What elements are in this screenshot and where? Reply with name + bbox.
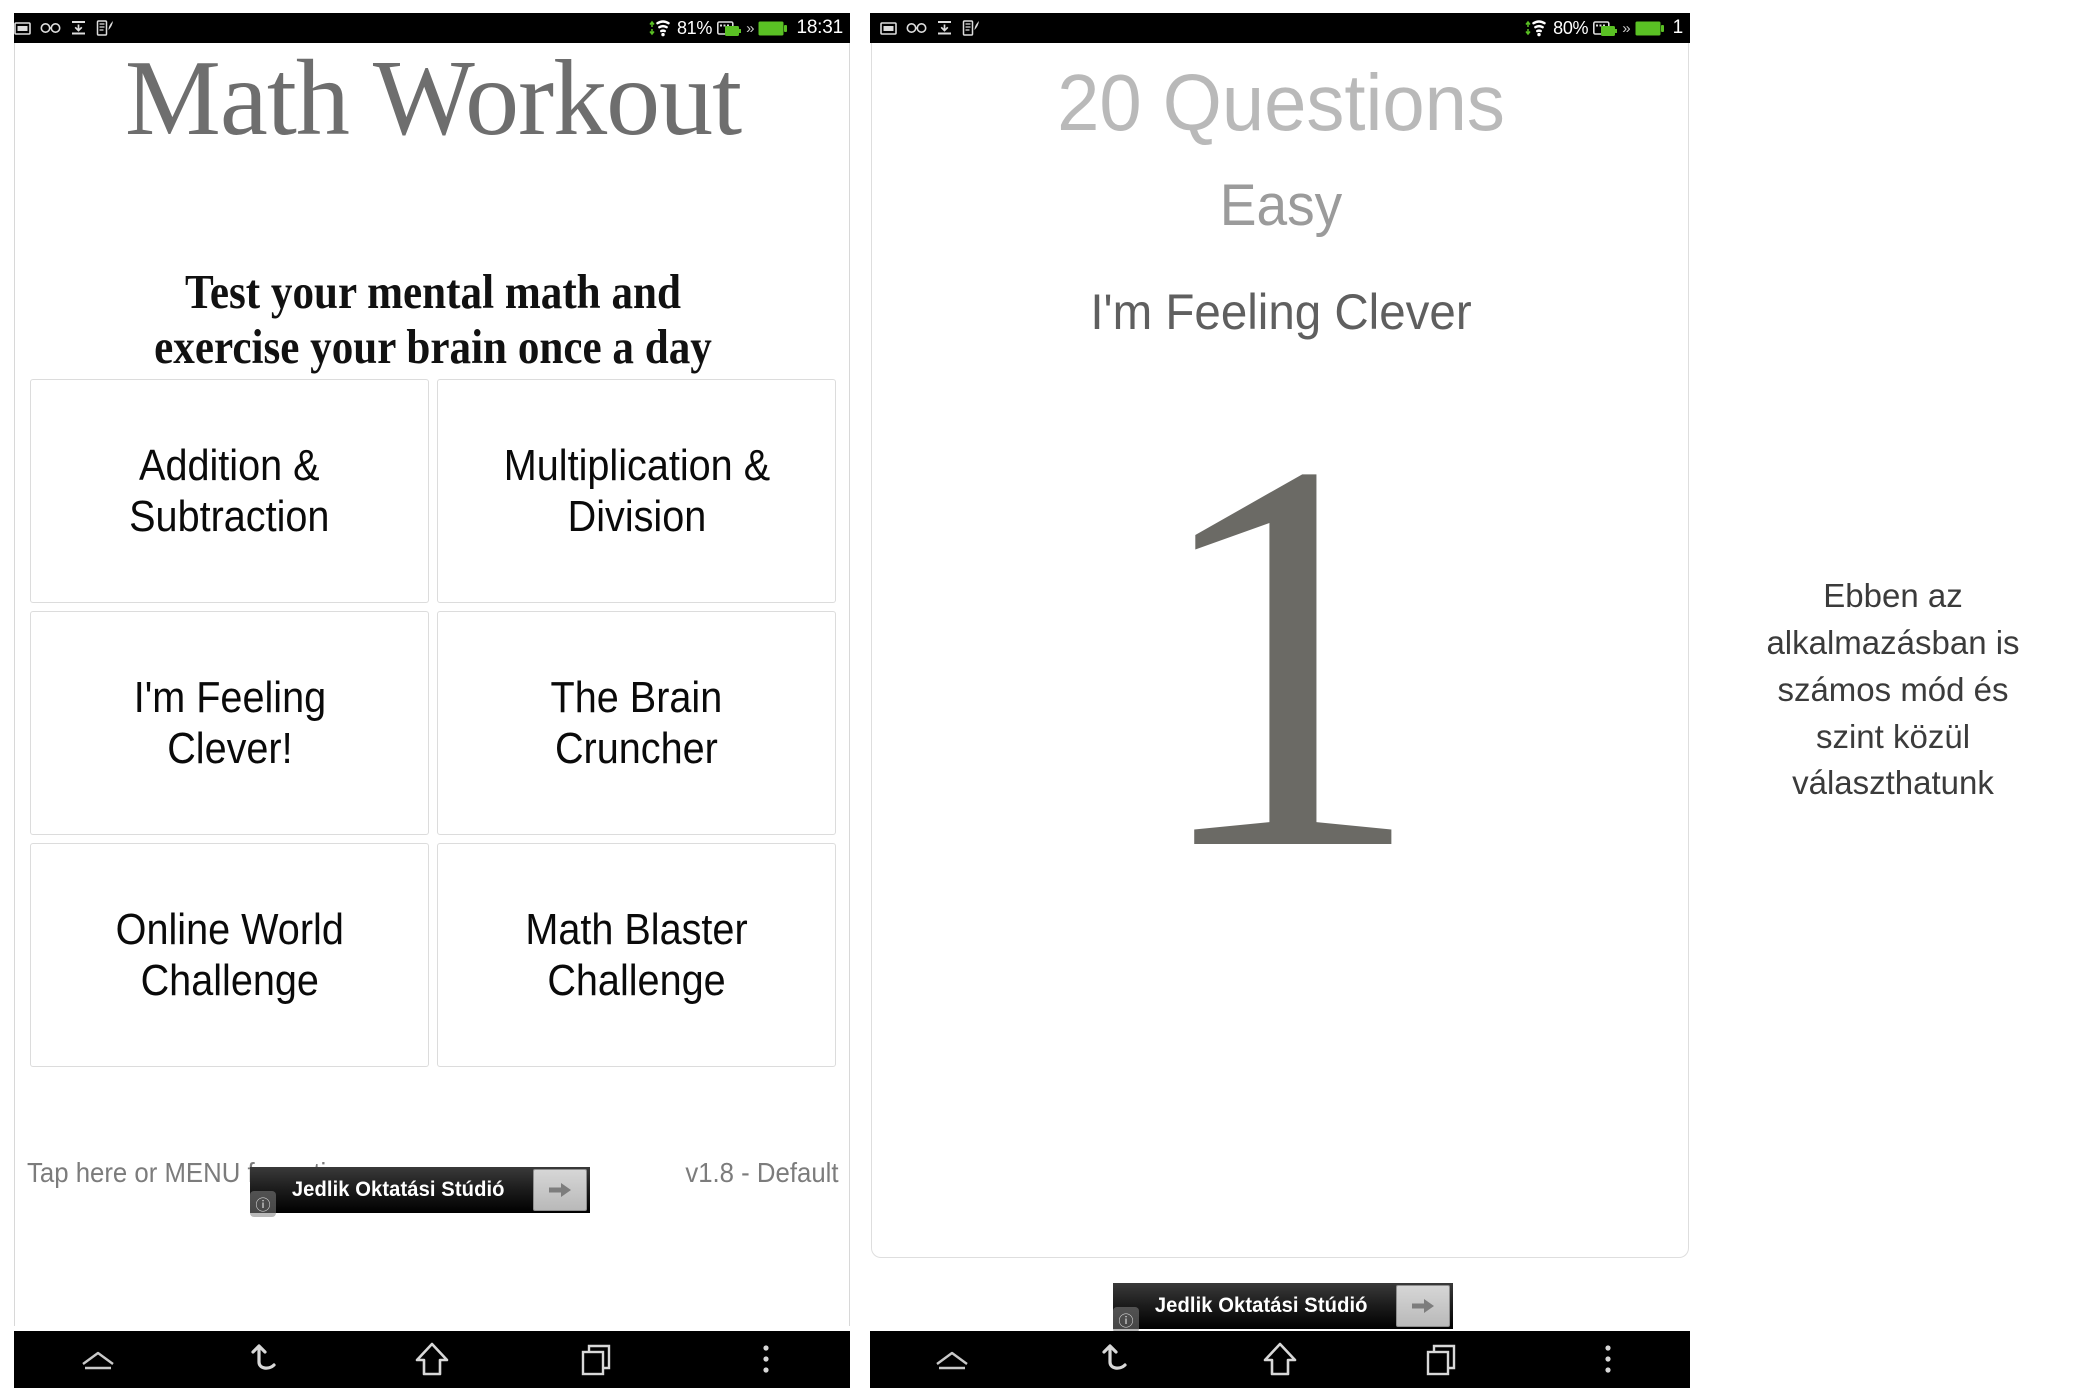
mode-button-im-feeling-clever[interactable]: I'm Feeling Clever! bbox=[30, 611, 429, 835]
mode-button-grid: Addition & Subtraction Multiplication & Di… bbox=[30, 379, 836, 1067]
nav-recents-button[interactable] bbox=[516, 1331, 683, 1388]
mode-button-online-world-challenge[interactable]: Online World Challenge bbox=[30, 843, 429, 1067]
status-bar-left-icons bbox=[14, 20, 114, 36]
nav-overflow-menu-button[interactable] bbox=[1526, 1331, 1690, 1388]
mode-button-the-brain-cruncher[interactable]: The Brain Cruncher bbox=[437, 611, 836, 835]
eject-up-icon bbox=[81, 1351, 114, 1369]
caption-line-5: választhatunk bbox=[1792, 764, 1994, 802]
app-subtitle: Test your mental math and exercise your … bbox=[51, 264, 815, 375]
caption-line-1: Ebben az bbox=[1823, 577, 1963, 614]
battery-charging-icon bbox=[1593, 20, 1618, 37]
nav-recents-button[interactable] bbox=[1362, 1331, 1526, 1388]
mode-button-math-blaster-challenge[interactable]: Math Blaster Challenge bbox=[437, 843, 836, 1067]
ad-arrow-button[interactable] bbox=[533, 1169, 587, 1211]
note-pen-icon bbox=[962, 20, 980, 36]
status-bar-right: 80% » 1 bbox=[870, 13, 1690, 43]
ad-banner-right[interactable]: ⓘ Jedlik Oktatási Stúdió bbox=[1113, 1283, 1453, 1333]
battery-icon bbox=[1635, 20, 1665, 37]
more-icons-chevron: » bbox=[746, 19, 754, 37]
glasses-icon bbox=[906, 22, 927, 34]
ad-banner-left[interactable]: ⓘ Jedlik Oktatási Stúdió bbox=[250, 1167, 590, 1217]
nav-eject-up-button[interactable] bbox=[14, 1331, 181, 1388]
quiz-difficulty-label: Easy bbox=[1219, 173, 1343, 238]
wifi-icon bbox=[1524, 19, 1548, 38]
clock-label: 18:31 bbox=[796, 17, 843, 38]
mode-button-label-line-2: Division bbox=[567, 492, 706, 541]
recents-icon bbox=[582, 1344, 611, 1375]
nav-home-button[interactable] bbox=[348, 1331, 515, 1388]
mode-button-label-line-2: Challenge bbox=[140, 956, 319, 1005]
nav-back-button[interactable] bbox=[181, 1331, 348, 1388]
mode-button-label-line-1: Math Blaster bbox=[525, 904, 748, 954]
battery-percent-label: 80% bbox=[1553, 17, 1589, 38]
back-arrow-icon bbox=[1102, 1343, 1127, 1370]
mode-button-label-line-2: Cruncher bbox=[555, 724, 718, 773]
nav-back-button[interactable] bbox=[1034, 1331, 1198, 1388]
page-title: Math Workout bbox=[124, 39, 742, 158]
recents-icon bbox=[1426, 1344, 1456, 1375]
right-app-screen: 20 Questions Easy I'm Feeling Clever 1 bbox=[870, 43, 1690, 1331]
mode-button-label-line-1: Addition & bbox=[139, 440, 320, 490]
eject-up-icon bbox=[936, 1351, 968, 1369]
battery-icon bbox=[758, 20, 788, 37]
ad-text-label: Jedlik Oktatási Stúdió bbox=[1154, 1294, 1368, 1317]
quiz-countdown-number: 1 bbox=[1145, 346, 1425, 966]
mode-button-addition-subtraction[interactable]: Addition & Subtraction bbox=[30, 379, 429, 603]
overflow-menu-icon bbox=[1605, 1344, 1611, 1373]
left-app-screen: Math Workout Test your mental math and e… bbox=[14, 43, 850, 1326]
ad-arrow-button[interactable] bbox=[1396, 1285, 1450, 1327]
note-pen-icon bbox=[96, 20, 114, 36]
home-icon bbox=[1263, 1342, 1297, 1375]
mode-button-multiplication-division[interactable]: Multiplication & Division bbox=[437, 379, 836, 603]
wifi-icon bbox=[648, 19, 672, 38]
battery-charging-icon bbox=[717, 20, 742, 37]
mode-button-label-line-1: Multiplication & bbox=[503, 440, 770, 490]
mode-button-label-line-2: Subtraction bbox=[129, 492, 330, 541]
ad-text-label: Jedlik Oktatási Stúdió bbox=[291, 1178, 505, 1201]
app-subtitle-line-1: Test your mental math and bbox=[185, 264, 681, 319]
mode-button-label-line-2: Challenge bbox=[547, 956, 726, 1005]
mode-button-label-line-1: I'm Feeling bbox=[133, 672, 326, 722]
phone-right: 80% » 1 20 Questions Easy I'm Feeling Cl… bbox=[870, 0, 1690, 1392]
status-bar-right-icons: 81% » 18:31 bbox=[648, 17, 850, 39]
quiz-mode-label: I'm Feeling Clever bbox=[1090, 284, 1472, 340]
download-icon bbox=[936, 20, 953, 36]
quiz-heading: 20 Questions bbox=[1057, 58, 1505, 147]
nav-overflow-menu-button[interactable] bbox=[683, 1331, 850, 1388]
battery-percent-label: 81% bbox=[676, 17, 713, 38]
clock-label: 1 bbox=[1672, 17, 1684, 38]
caption-text: Ebben az alkalmazásban is számos mód és … bbox=[1712, 573, 2074, 807]
nav-eject-up-button[interactable] bbox=[870, 1331, 1034, 1388]
nav-bar-right bbox=[870, 1331, 1690, 1388]
back-arrow-icon bbox=[251, 1343, 276, 1370]
app-subtitle-line-2: exercise your brain once a day bbox=[154, 318, 712, 374]
caption-line-3: számos mód és bbox=[1777, 670, 2009, 708]
right-arrow-icon bbox=[549, 1183, 571, 1197]
status-bar-right-right-icons: 80% » 1 bbox=[1524, 17, 1690, 39]
screenshot-icon bbox=[880, 21, 897, 36]
nav-home-button[interactable] bbox=[1198, 1331, 1362, 1388]
right-arrow-icon bbox=[1412, 1299, 1434, 1313]
caption-line-4: szint közül bbox=[1815, 717, 1971, 755]
home-icon bbox=[415, 1342, 449, 1375]
screenshot-icon bbox=[14, 21, 31, 36]
mode-button-label-line-1: The Brain bbox=[550, 672, 723, 722]
version-label: v1.8 - Default bbox=[685, 1157, 839, 1188]
caption-line-2: alkalmazásban is bbox=[1766, 623, 2020, 661]
status-bar-right-left-icons bbox=[870, 20, 980, 36]
glasses-icon bbox=[40, 22, 61, 34]
more-icons-chevron: » bbox=[1622, 19, 1630, 37]
overflow-menu-icon bbox=[763, 1344, 770, 1373]
mode-button-label-line-2: Clever! bbox=[166, 724, 293, 773]
mode-button-label-line-1: Online World bbox=[115, 904, 344, 954]
download-icon bbox=[70, 20, 87, 36]
quiz-card: 20 Questions Easy I'm Feeling Clever 1 bbox=[871, 43, 1689, 1258]
nav-bar-left bbox=[14, 1331, 850, 1388]
